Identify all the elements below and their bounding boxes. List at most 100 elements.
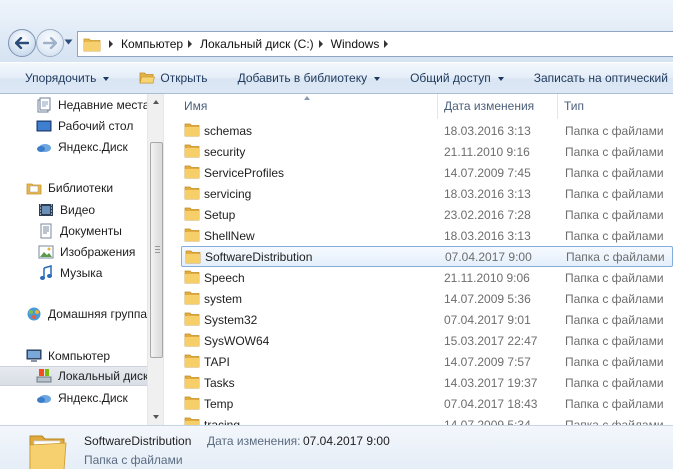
nav-label: Домашняя группа bbox=[48, 307, 148, 321]
file-type: Папка с файлами bbox=[565, 375, 664, 390]
file-name: servicing bbox=[204, 186, 252, 201]
file-type: Папка с файлами bbox=[566, 249, 665, 264]
breadcrumb-separator[interactable] bbox=[188, 40, 193, 48]
file-date: 18.03.2016 3:13 bbox=[444, 123, 531, 138]
column-header-type-label: Тип bbox=[564, 99, 585, 113]
folder-open-icon bbox=[140, 72, 156, 84]
file-row[interactable]: schemas 18.03.2016 3:13 Папка с файлами bbox=[181, 120, 673, 141]
nav-item-recent[interactable]: Недавние места bbox=[0, 95, 148, 115]
file-row[interactable]: system 14.07.2009 5:36 Папка с файлами bbox=[181, 288, 673, 309]
breadcrumb-separator[interactable] bbox=[318, 40, 323, 48]
burn-button[interactable]: Записать на оптический bbox=[526, 66, 673, 90]
chevron-down-icon bbox=[103, 76, 110, 81]
file-name: SoftwareDistribution bbox=[205, 249, 313, 264]
nav-item-desktop[interactable]: Рабочий стол bbox=[0, 116, 148, 136]
computer-icon bbox=[26, 348, 42, 364]
nav-item-video[interactable]: Видео bbox=[0, 200, 148, 220]
file-type: Папка с файлами bbox=[565, 291, 664, 306]
file-name: Tasks bbox=[204, 375, 235, 390]
address-field[interactable]: Компьютер Локальный диск (C:) Windows bbox=[77, 31, 673, 57]
file-name: Setup bbox=[204, 207, 236, 222]
folder-icon bbox=[184, 206, 200, 224]
nav-label: Локальный диск bbox=[58, 369, 148, 383]
file-row[interactable]: servicing 18.03.2016 3:13 Папка с файлами bbox=[181, 183, 673, 204]
column-header-row: Имя Дата изменения Тип bbox=[164, 94, 673, 119]
grip-line bbox=[155, 252, 160, 253]
file-type: Папка с файлами bbox=[565, 333, 664, 348]
file-row[interactable]: security 21.11.2010 9:16 Папка с файлами bbox=[181, 141, 673, 162]
file-type: Папка с файлами bbox=[565, 312, 664, 327]
scrollbar-thumb[interactable] bbox=[150, 142, 163, 358]
file-type: Папка с файлами bbox=[565, 207, 664, 222]
file-row[interactable]: SoftwareDistribution 07.04.2017 9:00 Папка… bbox=[181, 246, 673, 267]
column-header-type[interactable]: Тип bbox=[558, 94, 673, 119]
cloud-icon bbox=[36, 390, 52, 406]
nav-item-libraries[interactable]: Библиотеки bbox=[0, 178, 148, 198]
file-name: TAPI bbox=[204, 354, 230, 369]
file-date: 14.03.2017 19:37 bbox=[444, 375, 538, 390]
file-name: Temp bbox=[204, 396, 234, 411]
breadcrumb-separator[interactable] bbox=[384, 40, 389, 48]
nav-item-computer[interactable]: Компьютер bbox=[0, 346, 148, 366]
recent-places-icon bbox=[36, 97, 52, 113]
documents-icon bbox=[38, 223, 54, 239]
file-list: Имя Дата изменения Тип schemas 18.03.2016… bbox=[164, 94, 673, 425]
file-row[interactable]: Setup 23.02.2016 7:28 Папка с файлами bbox=[181, 204, 673, 225]
file-row[interactable]: tracing 14.07.2009 5:34 Папка с файлами bbox=[181, 414, 673, 425]
scroll-up-arrow-icon[interactable] bbox=[153, 100, 159, 104]
file-date: 07.04.2017 9:00 bbox=[445, 249, 532, 264]
scroll-down-arrow-icon[interactable] bbox=[153, 415, 159, 419]
organize-button[interactable]: Упорядочить bbox=[17, 66, 117, 90]
folder-icon bbox=[184, 395, 200, 413]
nav-item-homegroup[interactable]: Домашняя группа bbox=[0, 304, 148, 324]
breadcrumb-windows[interactable]: Windows bbox=[331, 37, 380, 51]
file-name: schemas bbox=[204, 123, 253, 138]
file-date: 21.11.2010 9:06 bbox=[444, 270, 530, 285]
add-to-library-button[interactable]: Добавить в библиотеку bbox=[230, 66, 389, 90]
open-button[interactable]: Открыть bbox=[131, 66, 215, 90]
file-type: Папка с файлами bbox=[565, 144, 664, 159]
breadcrumb-separator[interactable] bbox=[109, 40, 113, 48]
file-row[interactable]: System32 07.04.2017 9:01 Папка с файлами bbox=[181, 309, 673, 330]
folder-icon bbox=[185, 249, 201, 267]
file-row[interactable]: Tasks 14.03.2017 19:37 Папка с файлами bbox=[181, 372, 673, 393]
file-row[interactable]: TAPI 14.07.2009 7:57 Папка с файлами bbox=[181, 351, 673, 372]
column-header-name[interactable]: Имя bbox=[178, 94, 438, 119]
nav-item-images[interactable]: Изображения bbox=[0, 242, 148, 262]
share-button[interactable]: Общий доступ bbox=[402, 66, 512, 90]
navigation-scrollbar[interactable] bbox=[147, 94, 163, 425]
breadcrumb-computer[interactable]: Компьютер bbox=[121, 37, 183, 51]
folder-icon bbox=[184, 416, 200, 425]
column-header-date-label: Дата изменения bbox=[444, 99, 535, 113]
file-date: 14.07.2009 5:36 bbox=[444, 291, 531, 306]
nav-item-music[interactable]: Музыка bbox=[0, 263, 148, 283]
breadcrumb-local-disk[interactable]: Локальный диск (C:) bbox=[200, 37, 314, 51]
nav-item-yandex-disk[interactable]: Яндекс.Диск bbox=[0, 137, 148, 157]
back-button[interactable] bbox=[8, 29, 36, 57]
nav-item-documents[interactable]: Документы bbox=[0, 221, 148, 241]
file-date: 18.03.2016 3:13 bbox=[444, 228, 531, 243]
nav-label: Яндекс.Диск bbox=[58, 391, 128, 405]
music-icon bbox=[38, 265, 54, 281]
file-name: ServiceProfiles bbox=[204, 165, 285, 180]
file-row[interactable]: Speech 21.11.2010 9:06 Папка с файлами bbox=[181, 267, 673, 288]
file-row[interactable]: Temp 07.04.2017 18:43 Папка с файлами bbox=[181, 393, 673, 414]
organize-label: Упорядочить bbox=[25, 71, 97, 85]
details-pane: SoftwareDistribution Дата изменения: 07.… bbox=[0, 425, 673, 469]
file-date: 21.11.2010 9:16 bbox=[444, 144, 530, 159]
file-date: 14.07.2009 7:57 bbox=[444, 354, 531, 369]
file-row[interactable]: SysWOW64 15.03.2017 22:47 Папка с файлами bbox=[181, 330, 673, 351]
navigation-pane: Недавние места Рабочий стол Яндекс.Диск … bbox=[0, 94, 164, 425]
file-type: Папка с файлами bbox=[565, 123, 664, 138]
file-type: Папка с файлами bbox=[565, 186, 664, 201]
file-date: 23.02.2016 7:28 bbox=[444, 207, 531, 222]
nav-item-local-disk[interactable]: Локальный диск bbox=[0, 366, 148, 386]
nav-item-yandex-disk-2[interactable]: Яндекс.Диск bbox=[0, 388, 148, 408]
recent-pages-dropdown-icon[interactable] bbox=[64, 39, 73, 45]
nav-label: Изображения bbox=[60, 245, 136, 259]
file-name: System32 bbox=[204, 312, 258, 327]
file-row[interactable]: ServiceProfiles 14.07.2009 7:45 Папка с фа… bbox=[181, 162, 673, 183]
file-row[interactable]: ShellNew 18.03.2016 3:13 Папка с файлами bbox=[181, 225, 673, 246]
column-header-date[interactable]: Дата изменения bbox=[438, 94, 558, 119]
forward-button[interactable] bbox=[36, 29, 64, 57]
